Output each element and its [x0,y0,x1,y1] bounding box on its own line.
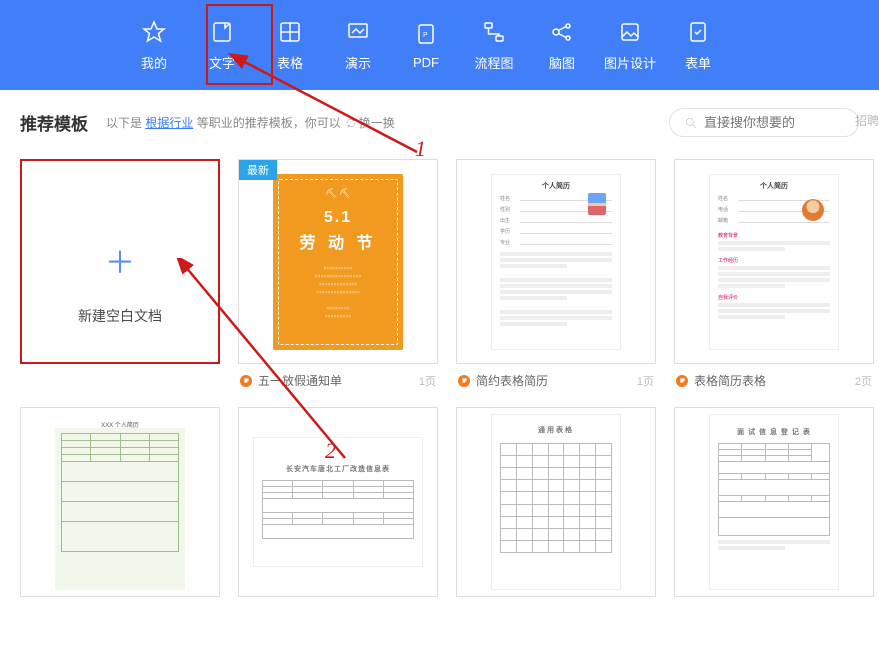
nav-pdf[interactable]: P PDF [392,0,460,90]
template-pages: 1页 [637,373,654,389]
image-icon [617,19,643,45]
template-thumb[interactable]: 面 试 信 息 登 记 表 [674,407,874,597]
template-card: 面 试 信 息 登 记 表 [674,407,874,597]
doc-type-icon [240,375,252,387]
refresh-icon [345,117,357,129]
nav-label: 图片设计 [604,53,656,72]
search-box[interactable] [669,108,859,137]
refresh-button[interactable]: 换一换 [345,114,395,131]
section-title: 推荐模板 [20,110,88,135]
resume-preview-2: 个人简历 姓名 电话 邮箱 教育背景 工作经历 自我评价 [709,174,839,350]
mindmap-icon [549,19,575,45]
nav-label: 演示 [345,53,371,72]
top-nav-bar: 我的 文字 表格 演示 P PDF 流程图 脑图 [0,0,879,90]
nav-label: 表单 [685,53,711,72]
nav-label: 脑图 [549,53,575,72]
subheader-bar: 推荐模板 以下是 根据行业 等职业的推荐模板，你可以 换一换 招聘 [0,90,879,147]
template-meta: 五一放假通知单 1页 [238,364,438,389]
nav-flowchart[interactable]: 流程图 [460,0,528,90]
plus-icon: ＋ [105,238,135,282]
template-meta: 表格简历表格 2页 [674,364,874,389]
nav-label: 文字 [209,53,235,72]
template-thumb[interactable]: 个人简历 姓名 性别 出生 学历 专业 [456,159,656,364]
template-pages: 2页 [855,373,872,389]
nav-my[interactable]: 我的 [120,0,188,90]
nav-mindmap[interactable]: 脑图 [528,0,596,90]
green-resume-preview: XXX 个人简历 [55,414,185,590]
doc-text-icon [209,19,235,45]
template-thumb[interactable]: 个人简历 姓名 电话 邮箱 教育背景 工作经历 自我评价 [674,159,874,364]
search-icon [684,116,698,130]
factory-table-preview: 长安汽车唐北工厂改造信息表 [253,437,423,567]
template-title: 五一放假通知单 [258,372,342,389]
nav-label: PDF [413,55,439,70]
side-text: 招聘 [855,112,879,129]
annotation-number-1: 1 [415,136,426,162]
template-title: 简约表格简历 [476,372,548,389]
template-card: 最新 ⛏ ⛏ 5.1 劳 动 节 ×××××××××××××××××××××××… [238,159,438,389]
nav-image-design[interactable]: 图片设计 [596,0,664,90]
doc-type-icon [676,375,688,387]
template-thumb[interactable]: 最新 ⛏ ⛏ 5.1 劳 动 节 ×××××××××××××××××××××××… [238,159,438,364]
resume-preview: 个人简历 姓名 性别 出生 学历 专业 [491,174,621,350]
nav-text[interactable]: 文字 [188,0,256,90]
flowchart-icon [481,19,507,45]
nav-label: 我的 [141,53,167,72]
general-table-preview: 通用表格 [491,414,621,590]
template-card: ＋ 新建空白文档 [20,159,220,389]
nav-sheet[interactable]: 表格 [256,0,324,90]
template-card: 个人简历 姓名 电话 邮箱 教育背景 工作经历 自我评价 表格简历表格 2页 [674,159,874,389]
nav-form[interactable]: 表单 [664,0,732,90]
labor-day-doc-preview: ⛏ ⛏ 5.1 劳 动 节 ××××××××××××××××××××××××××… [273,174,403,350]
template-thumb[interactable]: 通用表格 [456,407,656,597]
nav-label: 表格 [277,53,303,72]
template-card: XXX 个人简历 [20,407,220,597]
presentation-icon [345,19,371,45]
template-title: 表格简历表格 [694,372,766,389]
star-icon [141,19,167,45]
section-note: 以下是 根据行业 等职业的推荐模板，你可以 [106,114,341,131]
new-doc-label: 新建空白文档 [78,306,162,326]
template-pages: 1页 [419,373,436,389]
template-meta: 简约表格简历 1页 [456,364,656,389]
badge-new: 最新 [239,160,277,180]
form-icon [685,19,711,45]
nav-label: 流程图 [474,53,513,72]
annotation-number-2: 2 [325,438,336,464]
sheet-icon [277,19,303,45]
template-grid: ＋ 新建空白文档 最新 ⛏ ⛏ 5.1 劳 动 节 ××××××××××××××… [0,147,879,597]
template-card: 长安汽车唐北工厂改造信息表 [238,407,438,597]
template-thumb[interactable]: XXX 个人简历 [20,407,220,597]
interview-form-preview: 面 试 信 息 登 记 表 [709,414,839,590]
search-input[interactable] [704,115,844,130]
pdf-icon: P [413,21,439,47]
nav-slides[interactable]: 演示 [324,0,392,90]
svg-text:P: P [423,32,428,39]
template-card: 通用表格 [456,407,656,597]
new-blank-doc[interactable]: ＋ 新建空白文档 [20,159,220,364]
doc-type-icon [458,375,470,387]
template-thumb[interactable]: 长安汽车唐北工厂改造信息表 [238,407,438,597]
template-card: 个人简历 姓名 性别 出生 学历 专业 [456,159,656,389]
industry-link[interactable]: 根据行业 [145,116,193,130]
